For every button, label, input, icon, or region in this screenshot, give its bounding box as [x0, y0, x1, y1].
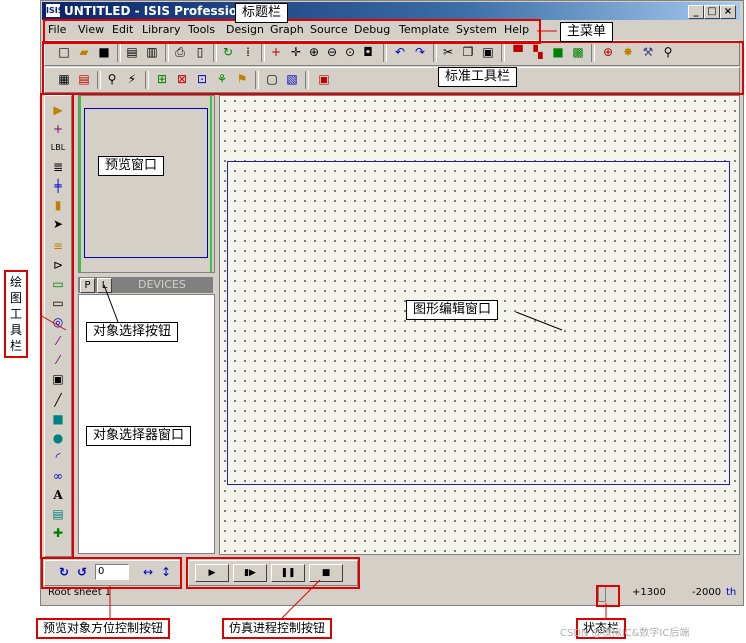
label-drawing-toolbar: 绘图工具栏 — [4, 270, 28, 358]
label-standard-toolbar: 标准工具栏 — [438, 67, 518, 87]
label-title-bar: 标题栏 — [235, 3, 289, 23]
label-object-selector-window: 对象选择器窗口 — [86, 426, 192, 446]
label-object-select-button: 对象选择按钮 — [86, 322, 179, 342]
label-simulation-controls: 仿真进程控制按钮 — [222, 618, 333, 639]
label-graphics-edit-window: 图形编辑窗口 — [406, 300, 499, 320]
label-preview-window: 预览窗口 — [98, 156, 165, 176]
label-main-menu: 主菜单 — [560, 22, 614, 42]
watermark-text: CSDN @模拟IC&数字IC后端 — [560, 628, 690, 639]
label-orientation-controls: 预览对象方位控制按钮 — [36, 618, 171, 639]
